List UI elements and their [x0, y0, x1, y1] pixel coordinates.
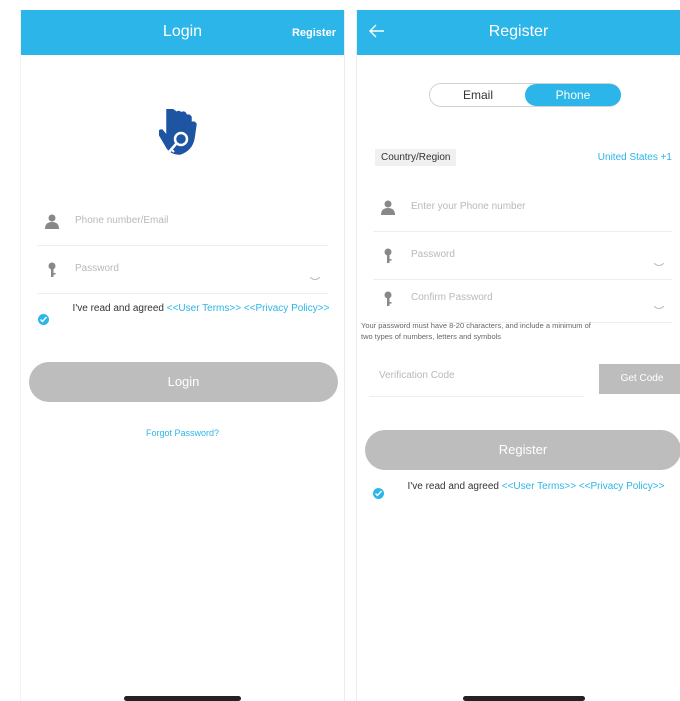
register-link[interactable]: Register [292, 27, 336, 39]
agree-checkbox[interactable] [38, 314, 49, 325]
home-indicator [124, 696, 241, 701]
country-value[interactable]: United States +1 [598, 152, 672, 163]
phone-placeholder: Enter your Phone number [411, 201, 526, 212]
register-header: Register [357, 10, 680, 55]
country-selector[interactable]: Country/Region United States +1 [373, 146, 674, 170]
eye-closed-icon[interactable] [653, 297, 665, 309]
divider [369, 396, 584, 397]
home-indicator [463, 696, 585, 701]
tab-phone[interactable]: Phone [525, 84, 621, 106]
privacy-policy-link[interactable]: <<Privacy Policy>> [244, 303, 330, 314]
password-field[interactable]: Password [373, 232, 672, 280]
agree-text: I've read and agreed <<User Terms>> <<Pr… [72, 303, 330, 314]
password-placeholder: Password [411, 249, 455, 260]
login-screen: Login Register Phone number/Email Passwo… [20, 10, 345, 701]
account-field[interactable]: Phone number/Email [37, 198, 328, 246]
hand-key-icon [158, 106, 203, 159]
login-header: Login Register [21, 10, 344, 55]
eye-closed-icon[interactable] [653, 254, 665, 266]
verification-code-input[interactable]: Verification Code [379, 370, 455, 381]
key-icon [45, 262, 59, 277]
confirm-password-placeholder: Confirm Password [411, 292, 493, 303]
user-icon [381, 200, 395, 215]
tab-email[interactable]: Email [430, 84, 526, 106]
privacy-policy-link[interactable]: <<Privacy Policy>> [579, 481, 665, 492]
phone-field[interactable]: Enter your Phone number [373, 184, 672, 232]
forgot-password-link[interactable]: Forgot Password? [21, 428, 344, 438]
key-icon [381, 248, 395, 263]
login-button[interactable]: Login [29, 362, 338, 402]
agree-text: I've read and agreed <<User Terms>> <<Pr… [407, 481, 665, 492]
key-icon [381, 291, 395, 306]
page-title: Register [488, 23, 549, 40]
confirm-password-field[interactable]: Confirm Password [373, 275, 672, 323]
email-phone-toggle: Email Phone [429, 83, 621, 107]
password-hint: Your password must have 8-20 characters,… [361, 321, 591, 341]
register-screen: Register Email Phone Country/Region Unit… [356, 10, 680, 701]
get-code-button[interactable]: Get Code [599, 364, 680, 394]
password-field[interactable]: Password [37, 246, 328, 294]
user-icon [45, 214, 59, 229]
password-placeholder: Password [75, 263, 119, 274]
account-placeholder: Phone number/Email [75, 215, 169, 226]
agree-checkbox[interactable] [373, 488, 384, 499]
eye-closed-icon[interactable] [309, 268, 321, 280]
user-terms-link[interactable]: <<User Terms>> [167, 303, 241, 314]
country-label: Country/Region [375, 149, 457, 166]
register-button[interactable]: Register [365, 430, 680, 470]
verification-row: Verification Code Get Code [361, 362, 680, 397]
user-terms-link[interactable]: <<User Terms>> [502, 481, 576, 492]
